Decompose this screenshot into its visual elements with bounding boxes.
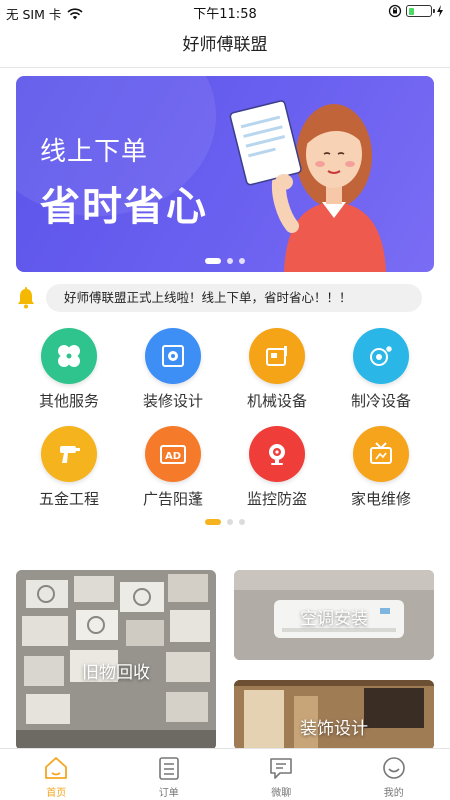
card-ac-label: 空调安装 [300,609,368,629]
tab-label: 我的 [383,788,404,799]
page-title: 好师傅联盟 [182,35,268,55]
tab-label: 首页 [46,788,67,799]
service-label: 监控防盗 [246,490,307,508]
service-decoration-design[interactable]: 装修设计 [121,328,225,414]
service-label: 制冷设备 [350,392,411,410]
drill-icon [41,426,97,482]
service-page-dot-active[interactable] [205,519,221,525]
service-label: 其他服务 [38,392,99,410]
service-refrigeration[interactable]: 制冷设备 [329,328,433,414]
gear-frame-icon [145,328,201,384]
tv-icon [353,426,409,482]
service-pagination [0,519,450,525]
machine-icon [249,328,305,384]
rotation-lock-icon [388,4,402,18]
status-bar: 无 SIM 卡 下午11:58 [0,0,450,22]
ad-icon: AD [145,426,201,482]
service-appliance-repair[interactable]: 家电维修 [329,426,433,512]
tab-label: 订单 [158,788,179,799]
service-machinery[interactable]: 机械设备 [225,328,329,414]
tab-chat[interactable]: 微聊 [225,749,338,800]
tab-label: 微聊 [271,788,292,799]
tab-profile[interactable]: 我的 [338,749,450,800]
card-recycle[interactable]: 旧物回收 [16,570,216,750]
banner-dot[interactable] [239,258,245,264]
status-time: 下午11:58 [193,7,257,22]
banner-dot-active[interactable] [205,258,221,264]
tab-bar: 首页 订单 微聊 我的 [0,748,450,800]
banner-pagination [16,258,434,264]
clover-icon [41,328,97,384]
tab-orders[interactable]: 订单 [113,749,226,800]
home-icon [45,757,68,779]
service-hardware[interactable]: 五金工程 [17,426,121,512]
profile-icon [382,757,405,779]
service-advertising[interactable]: AD 广告阳蓬 [121,426,225,512]
tab-home[interactable]: 首页 [0,749,113,800]
card-recycle-label: 旧物回收 [82,663,150,683]
service-page-dot[interactable] [239,519,245,525]
charging-icon [437,5,443,17]
svg-text:AD: AD [165,451,181,462]
service-label: 家电维修 [350,490,411,508]
chat-icon [270,758,293,779]
card-decoration-label: 装饰设计 [300,719,368,739]
card-ac-install[interactable]: 空调安装 [234,570,434,660]
banner-slogan: 省时省心 [40,184,208,230]
service-label: 广告阳蓬 [142,490,203,508]
banner-dot[interactable] [227,258,233,264]
notice-text: 好师傅联盟正式上线啦！线上下单，省时省心！！！ [46,284,422,312]
order-list-icon [158,757,179,780]
nav-bar: 好师傅联盟 [0,22,450,68]
notice-bar[interactable]: 好师傅联盟正式上线啦！线上下单，省时省心！！！ [14,284,422,312]
card-decoration[interactable]: 装饰设计 [234,680,434,750]
camera-icon [249,426,305,482]
bell-icon [18,287,34,309]
service-label: 机械设备 [246,392,307,410]
service-label: 五金工程 [38,490,99,508]
service-security[interactable]: 监控防盗 [225,426,329,512]
service-grid: 其他服务 装修设计 机械设备 制冷设备 五金工程 AD 广告阳蓬 监控防盗 家电… [17,328,433,512]
woman-holding-paper-illustration [229,100,386,272]
battery-icon [406,5,435,17]
promo-banner[interactable]: 线上下单 省时省心 [16,76,434,272]
banner-headline: 线上下单 [40,137,149,167]
service-label: 装修设计 [142,392,203,410]
service-other[interactable]: 其他服务 [17,328,121,414]
service-page-dot[interactable] [227,519,233,525]
snowflake-fan-icon [353,328,409,384]
status-right [388,4,444,18]
